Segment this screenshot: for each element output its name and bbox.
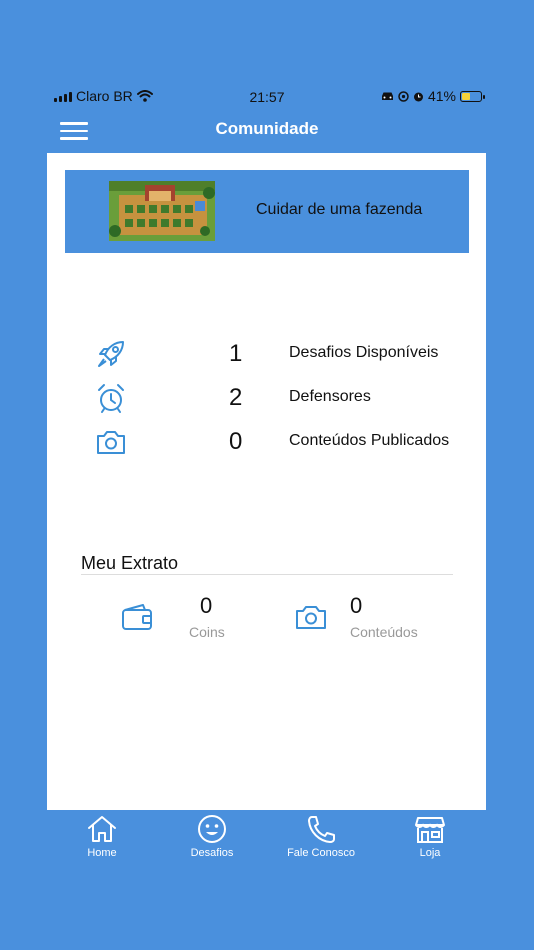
battery-icon [460, 90, 485, 102]
stat-label: Conteúdos Publicados [289, 432, 450, 449]
game-title: Cuidar de uma fazenda [256, 201, 423, 218]
stat-value: 0 [229, 428, 243, 455]
stat-label: Defensores [289, 388, 371, 405]
summary-label: Coins [189, 624, 225, 640]
tab-desafios[interactable]: Desafios [167, 814, 257, 866]
summary-label: Conteúdos [350, 624, 418, 640]
tab-label: Desafios [190, 847, 234, 859]
home-icon [88, 816, 116, 842]
stat-value: 1 [229, 340, 243, 367]
page-title: Comunidade [215, 119, 319, 138]
store-icon [415, 817, 445, 843]
tab-bar: Home Desafios Fale Conosco Loja [0, 812, 534, 868]
tab-fale-conosco[interactable]: Fale Conosco [276, 814, 366, 866]
car-icon [381, 92, 393, 100]
alarm-icon [413, 92, 423, 101]
farm-game-thumbnail [109, 181, 215, 241]
camera-icon [97, 431, 125, 454]
tab-label: Home [87, 847, 117, 859]
stat-label: Desafios Disponíveis [289, 344, 439, 361]
wallet-icon [122, 604, 152, 630]
stats-list: 1 Desafios Disponíveis 2 Defensores 0 Co… [95, 338, 475, 470]
nav-bar: Comunidade [0, 116, 534, 146]
location-icon [398, 90, 409, 102]
game-banner[interactable]: Cuidar de uma fazenda [65, 170, 469, 253]
status-bar: Claro BR 21:57 41% [0, 86, 534, 108]
tab-loja[interactable]: Loja [385, 814, 475, 866]
battery-percent: 41% [427, 88, 456, 104]
stat-row-conteudos: 0 Conteúdos Publicados [95, 426, 475, 470]
smiley-icon [198, 815, 226, 843]
alarm-clock-icon [98, 384, 124, 413]
summary-value: 0 [350, 593, 363, 618]
tab-label: Fale Conosco [287, 847, 355, 859]
divider [81, 574, 453, 575]
phone-icon [308, 816, 335, 843]
stat-value: 2 [229, 384, 243, 411]
tab-home[interactable]: Home [57, 814, 147, 866]
stat-row-defensores: 2 Defensores [95, 382, 475, 426]
stat-row-desafios: 1 Desafios Disponíveis [95, 338, 475, 382]
tab-label: Loja [419, 847, 441, 859]
content-card: Cuidar de uma fazenda 1 Desafios Disponí… [47, 153, 486, 810]
status-right: 41% [381, 88, 485, 104]
summary-value: 0 [200, 593, 213, 618]
camera-icon [296, 606, 326, 629]
rocket-icon [98, 341, 124, 367]
section-title: Meu Extrato [81, 553, 179, 573]
